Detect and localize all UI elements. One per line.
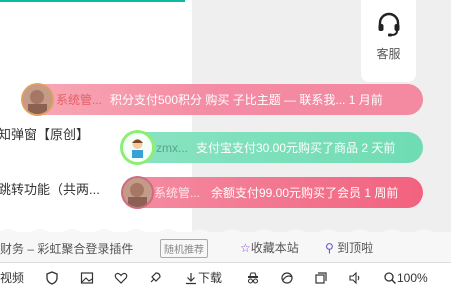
user-name: zmx... bbox=[156, 140, 188, 155]
browser-statusbar: 视频 下载 100% bbox=[0, 262, 451, 290]
list-item-title[interactable]: 知弹窗【原创】 bbox=[0, 127, 89, 142]
pin-icon: ⚲ bbox=[325, 241, 334, 255]
recommended-link[interactable]: 财务 – 彩虹聚合登录插件 bbox=[0, 240, 133, 257]
zoom-level: 100% bbox=[397, 270, 428, 285]
star-icon: ☆ bbox=[240, 241, 251, 255]
download-icon bbox=[186, 272, 196, 284]
service-label: 客服 bbox=[376, 47, 401, 61]
footer-bar: 财务 – 彩虹聚合登录插件 随机推荐 ☆收藏本站 ⚲ 到顶啦 bbox=[0, 232, 451, 262]
shield-icon[interactable] bbox=[45, 270, 59, 285]
window-icon[interactable] bbox=[314, 270, 328, 285]
purchase-notification[interactable]: 系统管... 余额支付99.00元购买了会员 1 周前 bbox=[122, 177, 423, 208]
list-item[interactable]: 知弹窗【原创】 bbox=[0, 124, 89, 143]
zoom-button[interactable]: 100% bbox=[383, 270, 428, 285]
download-label: 下载 bbox=[198, 271, 223, 285]
headset-icon bbox=[378, 12, 400, 37]
browser-icon[interactable] bbox=[280, 270, 294, 285]
notification-message: 余额支付99.00元购买了会员 1 周前 bbox=[211, 186, 399, 200]
avatar bbox=[123, 178, 152, 207]
favorite-button[interactable]: ☆收藏本站 bbox=[240, 239, 299, 256]
notification-message: 支付宝支付30.00元购买了商品 2 天前 bbox=[196, 141, 396, 155]
zoom-icon bbox=[384, 271, 396, 284]
to-top-label: 到顶啦 bbox=[337, 241, 374, 255]
customer-service-button[interactable]: 客服 bbox=[361, 0, 416, 82]
incognito-icon[interactable] bbox=[246, 270, 260, 285]
user-name: 系统管... bbox=[56, 93, 103, 107]
avatar bbox=[123, 133, 152, 162]
random-recommend-badge: 随机推荐 bbox=[160, 239, 208, 258]
favorite-label: 收藏本站 bbox=[250, 241, 299, 255]
list-item[interactable]: 跳转功能（共两... bbox=[0, 179, 100, 198]
video-label: 视频 bbox=[0, 271, 25, 285]
heart-icon[interactable] bbox=[114, 270, 128, 285]
purchase-notification[interactable]: zmx... 支付宝支付30.00元购买了商品 2 天前 bbox=[122, 132, 423, 163]
user-name: 系统管... bbox=[154, 186, 201, 200]
purchase-notification[interactable]: 系统管... 积分支付500积分 购买 子比主题 — 联系我... 1 月前 bbox=[22, 84, 423, 115]
image-icon[interactable] bbox=[80, 270, 94, 285]
avatar bbox=[23, 85, 52, 114]
list-item-title[interactable]: 跳转功能（共两... bbox=[0, 182, 100, 197]
speaker-icon[interactable] bbox=[348, 270, 362, 285]
video-button[interactable]: 视频 bbox=[0, 270, 24, 285]
rocket-icon[interactable] bbox=[148, 270, 162, 285]
to-top-button[interactable]: ⚲ 到顶啦 bbox=[325, 239, 373, 256]
accent-line bbox=[0, 0, 185, 2]
notification-message: 积分支付500积分 购买 子比主题 — 联系我... 1 月前 bbox=[110, 93, 383, 107]
download-button[interactable]: 下载 bbox=[184, 270, 222, 285]
